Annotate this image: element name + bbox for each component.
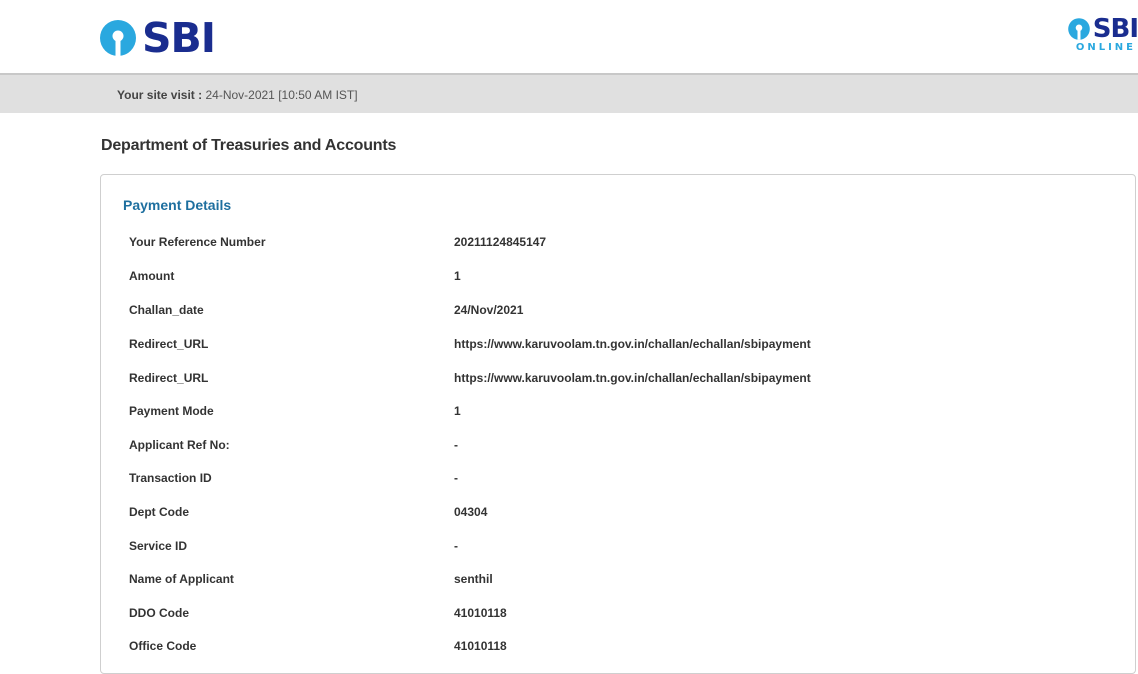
- detail-label: Transaction ID: [129, 471, 212, 485]
- detail-label: DDO Code: [129, 606, 189, 620]
- detail-value: https://www.karuvoolam.tn.gov.in/challan…: [454, 337, 811, 351]
- sbi-logo-text: SBI: [142, 14, 216, 62]
- detail-label: Amount: [129, 269, 175, 283]
- site-visit-label: Your site visit :: [117, 88, 203, 102]
- payment-details-title: Payment Details: [123, 197, 232, 213]
- detail-label: Redirect_URL: [129, 371, 209, 385]
- detail-value: -: [454, 539, 458, 553]
- detail-value: 1: [454, 404, 461, 418]
- sbi-online-logo-icon: [1067, 18, 1090, 40]
- detail-value: -: [454, 471, 458, 485]
- sbi-online-logo-text: SBI: [1092, 14, 1138, 44]
- detail-label: Redirect_URL: [129, 337, 209, 351]
- detail-value: 04304: [454, 505, 488, 519]
- detail-value: 20211124845147: [454, 235, 547, 249]
- site-visit-text: Your site visit : 24-Nov-2021 [10:50 AM …: [117, 88, 358, 102]
- detail-value: senthil: [454, 572, 493, 586]
- detail-label: Dept Code: [129, 505, 189, 519]
- sbi-logo[interactable]: SBI: [98, 14, 216, 62]
- detail-label: Challan_date: [129, 303, 204, 317]
- detail-value: -: [454, 438, 458, 452]
- sbi-online-logo[interactable]: SBI ONLINE: [1066, 16, 1138, 53]
- detail-value: 41010118: [454, 639, 507, 653]
- detail-label: Name of Applicant: [129, 572, 234, 586]
- sbi-logo-icon: [100, 20, 136, 56]
- site-visit-value: 24-Nov-2021 [10:50 AM IST]: [205, 88, 358, 102]
- detail-label: Applicant Ref No:: [129, 438, 230, 452]
- detail-label: Payment Mode: [129, 404, 214, 418]
- online-label: ONLINE: [1075, 42, 1136, 53]
- payment-details-panel: Payment Details Your Reference Number 20…: [100, 174, 1136, 674]
- site-visit-bar: Your site visit : 24-Nov-2021 [10:50 AM …: [0, 73, 1138, 113]
- detail-value: https://www.karuvoolam.tn.gov.in/challan…: [454, 371, 811, 385]
- detail-value: 1: [454, 269, 461, 283]
- detail-value: 41010118: [454, 606, 507, 620]
- detail-label: Service ID: [129, 539, 188, 553]
- detail-label: Office Code: [129, 639, 197, 653]
- page-header: SBI SBI ONLINE: [0, 0, 1138, 74]
- department-title: Department of Treasuries and Accounts: [101, 137, 397, 154]
- detail-value: 24/Nov/2021: [454, 303, 524, 317]
- detail-label: Your Reference Number: [129, 235, 266, 249]
